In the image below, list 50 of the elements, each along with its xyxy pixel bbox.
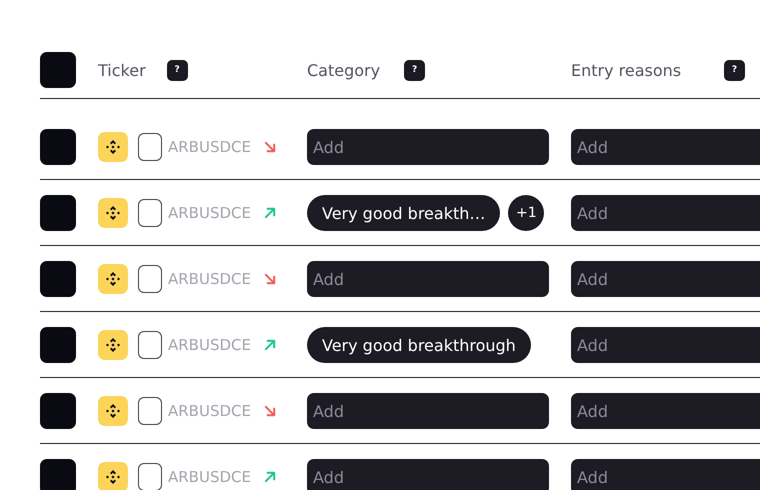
select-all-checkbox[interactable] — [40, 52, 76, 88]
arrow-up-right-icon — [263, 338, 277, 352]
category-field[interactable]: Add — [307, 129, 549, 165]
help-badge[interactable]: ? — [166, 60, 188, 80]
coin-icon — [98, 132, 128, 162]
checkbox[interactable] — [138, 463, 162, 490]
checkbox[interactable] — [138, 133, 162, 161]
category-field[interactable]: Add — [307, 459, 549, 490]
row-checkbox[interactable] — [40, 459, 76, 490]
coin-icon — [98, 198, 128, 228]
arrow-down-right-icon — [263, 404, 277, 418]
ticker-symbol: ARBUSDCE — [168, 204, 252, 222]
checkbox[interactable] — [138, 397, 162, 425]
arrow-down-right-icon — [263, 272, 277, 286]
arrow-up-right-icon — [263, 470, 277, 484]
entry-reasons-field[interactable]: Add — [571, 459, 760, 490]
help-badge[interactable]: ? — [404, 60, 426, 80]
help-badge[interactable]: ? — [724, 60, 745, 80]
category-field[interactable]: Add — [307, 261, 549, 297]
column-header: Ticker — [98, 60, 146, 80]
entry-reasons-field[interactable]: Add — [571, 393, 760, 429]
coin-icon — [98, 396, 128, 426]
ticker-symbol: ARBUSDCE — [168, 402, 252, 420]
row-checkbox[interactable] — [40, 195, 76, 231]
column-header: Entry reasons — [571, 60, 682, 80]
more-count[interactable]: +1 — [508, 195, 544, 231]
arrow-down-right-icon — [263, 140, 277, 154]
entry-reasons-field[interactable]: Add — [571, 129, 760, 165]
checkbox[interactable] — [138, 265, 162, 293]
row-checkbox[interactable] — [40, 393, 76, 429]
coin-icon — [98, 264, 128, 294]
ticker-symbol: ARBUSDCE — [168, 270, 252, 288]
ticker-symbol: ARBUSDCE — [168, 336, 252, 354]
entry-reasons-field[interactable]: Add — [571, 261, 760, 297]
checkbox[interactable] — [138, 331, 162, 359]
row-checkbox[interactable] — [40, 327, 76, 363]
entry-reasons-field[interactable]: Add — [571, 327, 760, 363]
category-tag[interactable]: Very good breakth… — [307, 195, 500, 231]
arrow-up-right-icon — [263, 206, 277, 220]
column-header: Category — [307, 60, 380, 80]
ticker-symbol: ARBUSDCE — [168, 138, 252, 156]
category-field[interactable]: Add — [307, 393, 549, 429]
row-checkbox[interactable] — [40, 261, 76, 297]
coin-icon — [98, 462, 128, 490]
ticker-symbol: ARBUSDCE — [168, 468, 252, 486]
checkbox[interactable] — [138, 199, 162, 227]
row-checkbox[interactable] — [40, 129, 76, 165]
coin-icon — [98, 330, 128, 360]
entry-reasons-field[interactable]: Add — [571, 195, 760, 231]
category-tag[interactable]: Very good breakthrough — [307, 327, 531, 363]
